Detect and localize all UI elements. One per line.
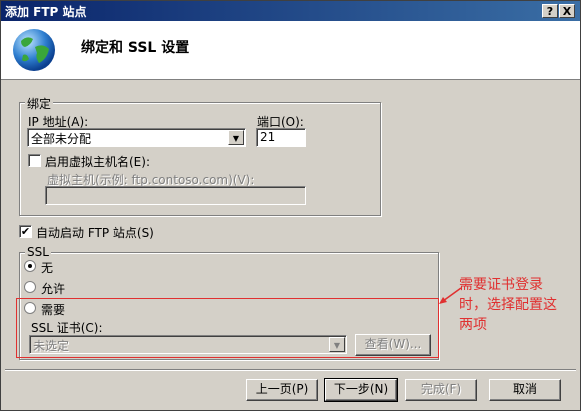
title-bar[interactable]: 添加 FTP 站点 ? X (1, 1, 580, 21)
annotation-line-3: 两项 (459, 317, 487, 333)
ssl-cert-label: SSL 证书(C): (31, 321, 103, 335)
autostart-label: 自动启动 FTP 站点(S) (36, 226, 154, 240)
vhost-checkbox[interactable] (28, 154, 41, 167)
ssl-cert-value: 未选定 (33, 339, 70, 353)
ip-address-value: 全部未分配 (31, 132, 92, 146)
ssl-radio-none[interactable] (24, 260, 36, 272)
cancel-button[interactable]: 取消 (489, 379, 561, 401)
chevron-down-icon[interactable]: ▼ (228, 130, 244, 145)
page-title: 绑定和 SSL 设置 (81, 40, 190, 56)
vhost-checkbox-label: 启用虚拟主机名(E): (45, 155, 150, 169)
annotation-line-1: 需要证书登录 (459, 277, 543, 293)
vhost-input[interactable] (45, 186, 306, 205)
next-button[interactable]: 下一步(N) (324, 378, 398, 402)
window-title: 添加 FTP 站点 (5, 5, 87, 19)
globe-icon (13, 29, 55, 71)
footer-separator (5, 369, 576, 371)
port-input[interactable]: 21 (256, 128, 306, 147)
ssl-option-none-label: 无 (41, 261, 54, 275)
binding-legend: 绑定 (25, 95, 54, 112)
finish-button[interactable]: 完成(F) (405, 379, 477, 401)
ssl-radio-require[interactable] (24, 302, 36, 314)
dialog-window: 添加 FTP 站点 ? X 绑定和 SSL 设置 绑定 IP 地址(A): 全部… (0, 0, 581, 411)
previous-button[interactable]: 上一页(P) (246, 379, 318, 401)
ssl-radio-allow[interactable] (24, 281, 36, 293)
ip-address-dropdown[interactable]: 全部未分配 ▼ (27, 128, 246, 147)
ssl-option-allow-label: 允许 (41, 282, 66, 296)
annotation-note: 需要证书登录 时，选择配置这 两项 (459, 275, 557, 335)
port-value: 21 (260, 130, 276, 144)
close-button[interactable]: X (559, 4, 575, 18)
view-certificate-button[interactable]: 查看(W)... (355, 334, 431, 356)
autostart-checkbox[interactable]: ✔ (19, 225, 32, 238)
ssl-option-require-label: 需要 (41, 303, 66, 317)
annotation-line-2: 时，选择配置这 (459, 297, 557, 313)
ssl-legend: SSL (25, 245, 51, 259)
help-button[interactable]: ? (542, 4, 558, 18)
chevron-down-icon[interactable]: ▼ (329, 337, 345, 352)
wizard-header: 绑定和 SSL 设置 (1, 21, 580, 80)
ssl-cert-dropdown[interactable]: 未选定 ▼ (29, 335, 347, 354)
